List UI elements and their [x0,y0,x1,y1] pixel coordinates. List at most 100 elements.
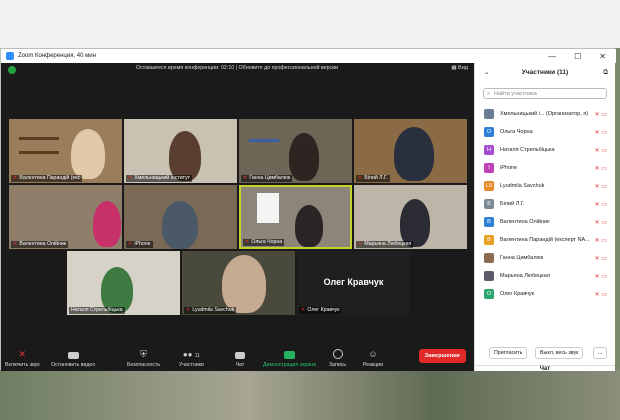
share-screen-button[interactable]: Демонстрация экрана [263,351,316,368]
muted-mic-video-off-icon: ✕ ▭ [594,273,607,280]
tile-name: ✕ Ольга Чорна [243,239,285,246]
window-title: Zoom Конференция, 40 мин [18,53,96,59]
participant-row[interactable]: Марьяна Любецкая ✕ ▭ [475,267,615,285]
popout-icon[interactable]: ⧉ [603,63,608,83]
participants-icon: ●● 11 [182,350,200,359]
participant-name: Наталя Стрельбіцька [500,147,555,153]
close-button[interactable]: ✕ [599,52,606,61]
minimize-button[interactable]: — [548,52,556,61]
video-tile[interactable]: ✕ Ганна Цимбалюк [239,119,352,183]
reactions-button[interactable]: ☺ Реакции [363,350,383,369]
security-shield-icon[interactable] [8,66,16,74]
participants-button[interactable]: ●● 11 Участники [179,350,204,368]
chat-section-header[interactable]: Чат [475,365,615,372]
muted-mic-video-off-icon: ✕ ▭ [594,147,607,154]
participant-name: Lyudmila Savchuk [500,183,545,189]
participant-row[interactable]: Хмельницький і... (Организатор, я) ✕ ▭ [475,105,615,123]
tile-name-text: Хмельницький інститут [134,175,191,181]
participant-figure [222,255,266,313]
tile-name: ✕ Білий Л.Г. [356,175,390,182]
chat-button[interactable]: Чат [235,352,245,368]
tile-name-text: Марьяна Любецкая [364,241,412,247]
participant-name: Ганна Цимбалюк [500,255,544,261]
participant-row[interactable]: Ганна Цимбалюк ✕ ▭ [475,249,615,267]
unmute-button[interactable]: ✕ Включить звук [5,349,40,369]
record-button[interactable]: Запись [329,349,346,368]
video-tile-active-speaker[interactable]: ✕ Ольга Чорна [239,185,352,249]
participant-row[interactable]: IiPhone ✕ ▭ [475,159,615,177]
video-tile[interactable]: Наталя Стрельбіцька [67,251,180,315]
participant-figure [71,129,105,179]
stop-video-button[interactable]: Остановить видео [51,352,95,368]
muted-mic-icon: ✕ [301,307,306,313]
video-tile[interactable]: ✕ Марьяна Любецкая [354,185,467,249]
participants-panel: ⌄ Участники (11) ⧉ ⌕ Найти участника Хме… [474,63,615,372]
participant-name: Валентина Парандій (експерт NA... [500,237,590,243]
video-tile[interactable]: ✕ Хмельницький інститут [124,119,237,183]
video-tile[interactable]: ✕ Lyudmila Savchuk [182,251,295,315]
muted-mic-video-off-icon: ✕ ▭ [594,201,607,208]
stop-video-label: Остановить видео [51,362,96,368]
chat-title: Чат [539,366,551,372]
desktop-background [0,0,620,48]
muted-mic-icon: ✕ [18,349,27,359]
tile-name: ✕ Lyudmila Savchuk [184,307,237,314]
chat-icon [235,352,245,359]
participant-name: Ольга Чорна [500,129,533,135]
participant-row[interactable]: LS Lyudmila Savchuk ✕ ▭ [475,177,615,195]
invite-button[interactable]: Пригласить [489,347,528,359]
participant-figure [289,133,319,181]
participant-avatar [484,253,494,263]
muted-mic-video-off-icon: ✕ ▭ [594,129,607,136]
video-tile-no-video[interactable]: Олег Кравчук ✕ Олег Кравчук [297,251,410,315]
security-label: Безопасность [127,362,161,368]
participants-panel-header: ⌄ Участники (11) ⧉ [475,63,615,83]
participant-avatar: О [484,127,494,137]
participant-avatar [484,109,494,119]
view-button[interactable]: ▦ Вид [451,65,468,71]
participant-avatar: Б [484,199,494,209]
muted-mic-icon: ✕ [13,175,18,181]
participant-row[interactable]: О Олег Кравчук ✕ ▭ [475,285,615,303]
participants-label: Участники [179,362,204,368]
participant-row[interactable]: В Валентина Парандій (експерт NA... ✕ ▭ [475,231,615,249]
participant-name-placeholder: Олег Кравчук [323,277,384,287]
participant-search-input[interactable]: ⌕ Найти участника [483,88,607,99]
participant-row[interactable]: В Валентина Олійник ✕ ▭ [475,213,615,231]
participant-figure [394,127,434,181]
more-button[interactable]: ... [593,347,608,359]
share-screen-label: Демонстрация экрана [263,362,317,368]
meeting-topbar: Оставшееся время конференции: 02:10 | Об… [1,63,474,77]
security-button[interactable]: ⛨ Безопасность [127,350,161,369]
tile-name-text: Валентина Парандій (екс [19,175,81,181]
chevron-down-icon[interactable]: ⌄ [484,63,489,83]
participant-avatar: I [484,163,494,173]
end-meeting-button[interactable]: Завершение [418,349,466,363]
video-tile[interactable]: ✕ Білий Л.Г. [354,119,467,183]
participant-name: Валентина Олійник [500,219,550,225]
participant-avatar: В [484,217,494,227]
video-tile[interactable]: ✕ iPhone [124,185,237,249]
participants-count: 11 [194,353,200,359]
chat-label: Чат [235,362,245,368]
participant-row[interactable]: О Ольга Чорна ✕ ▭ [475,123,615,141]
bookshelf [249,139,279,142]
participant-row[interactable]: Б Білий Л.Г. ✕ ▭ [475,195,615,213]
mute-all-button[interactable]: Выкл. весь звук [535,347,584,359]
zoom-window: Zoom Конференция, 40 мин — ☐ ✕ Оставшеес… [0,48,616,372]
bookshelf [19,137,59,140]
participant-avatar: Н [484,145,494,155]
participant-name: Білий Л.Г. [500,201,525,207]
participant-row[interactable]: Н Наталя Стрельбіцька ✕ ▭ [475,141,615,159]
share-screen-icon [284,351,295,359]
muted-mic-icon: ✕ [128,241,133,247]
zoom-logo-icon [6,52,14,60]
tile-name: Наталя Стрельбіцька [69,307,125,314]
video-tile[interactable]: ✕ Валентина Парандій (екс [9,119,122,183]
participant-figure [169,131,201,181]
time-remaining-notice[interactable]: Оставшееся время конференции: 02:10 | Об… [136,65,338,71]
tile-name-text: Lyudmila Savchuk [192,307,235,313]
maximize-button[interactable]: ☐ [574,52,581,61]
participant-name: Олег Кравчук [500,291,535,297]
video-tile[interactable]: ✕ Валентина Олійник [9,185,122,249]
